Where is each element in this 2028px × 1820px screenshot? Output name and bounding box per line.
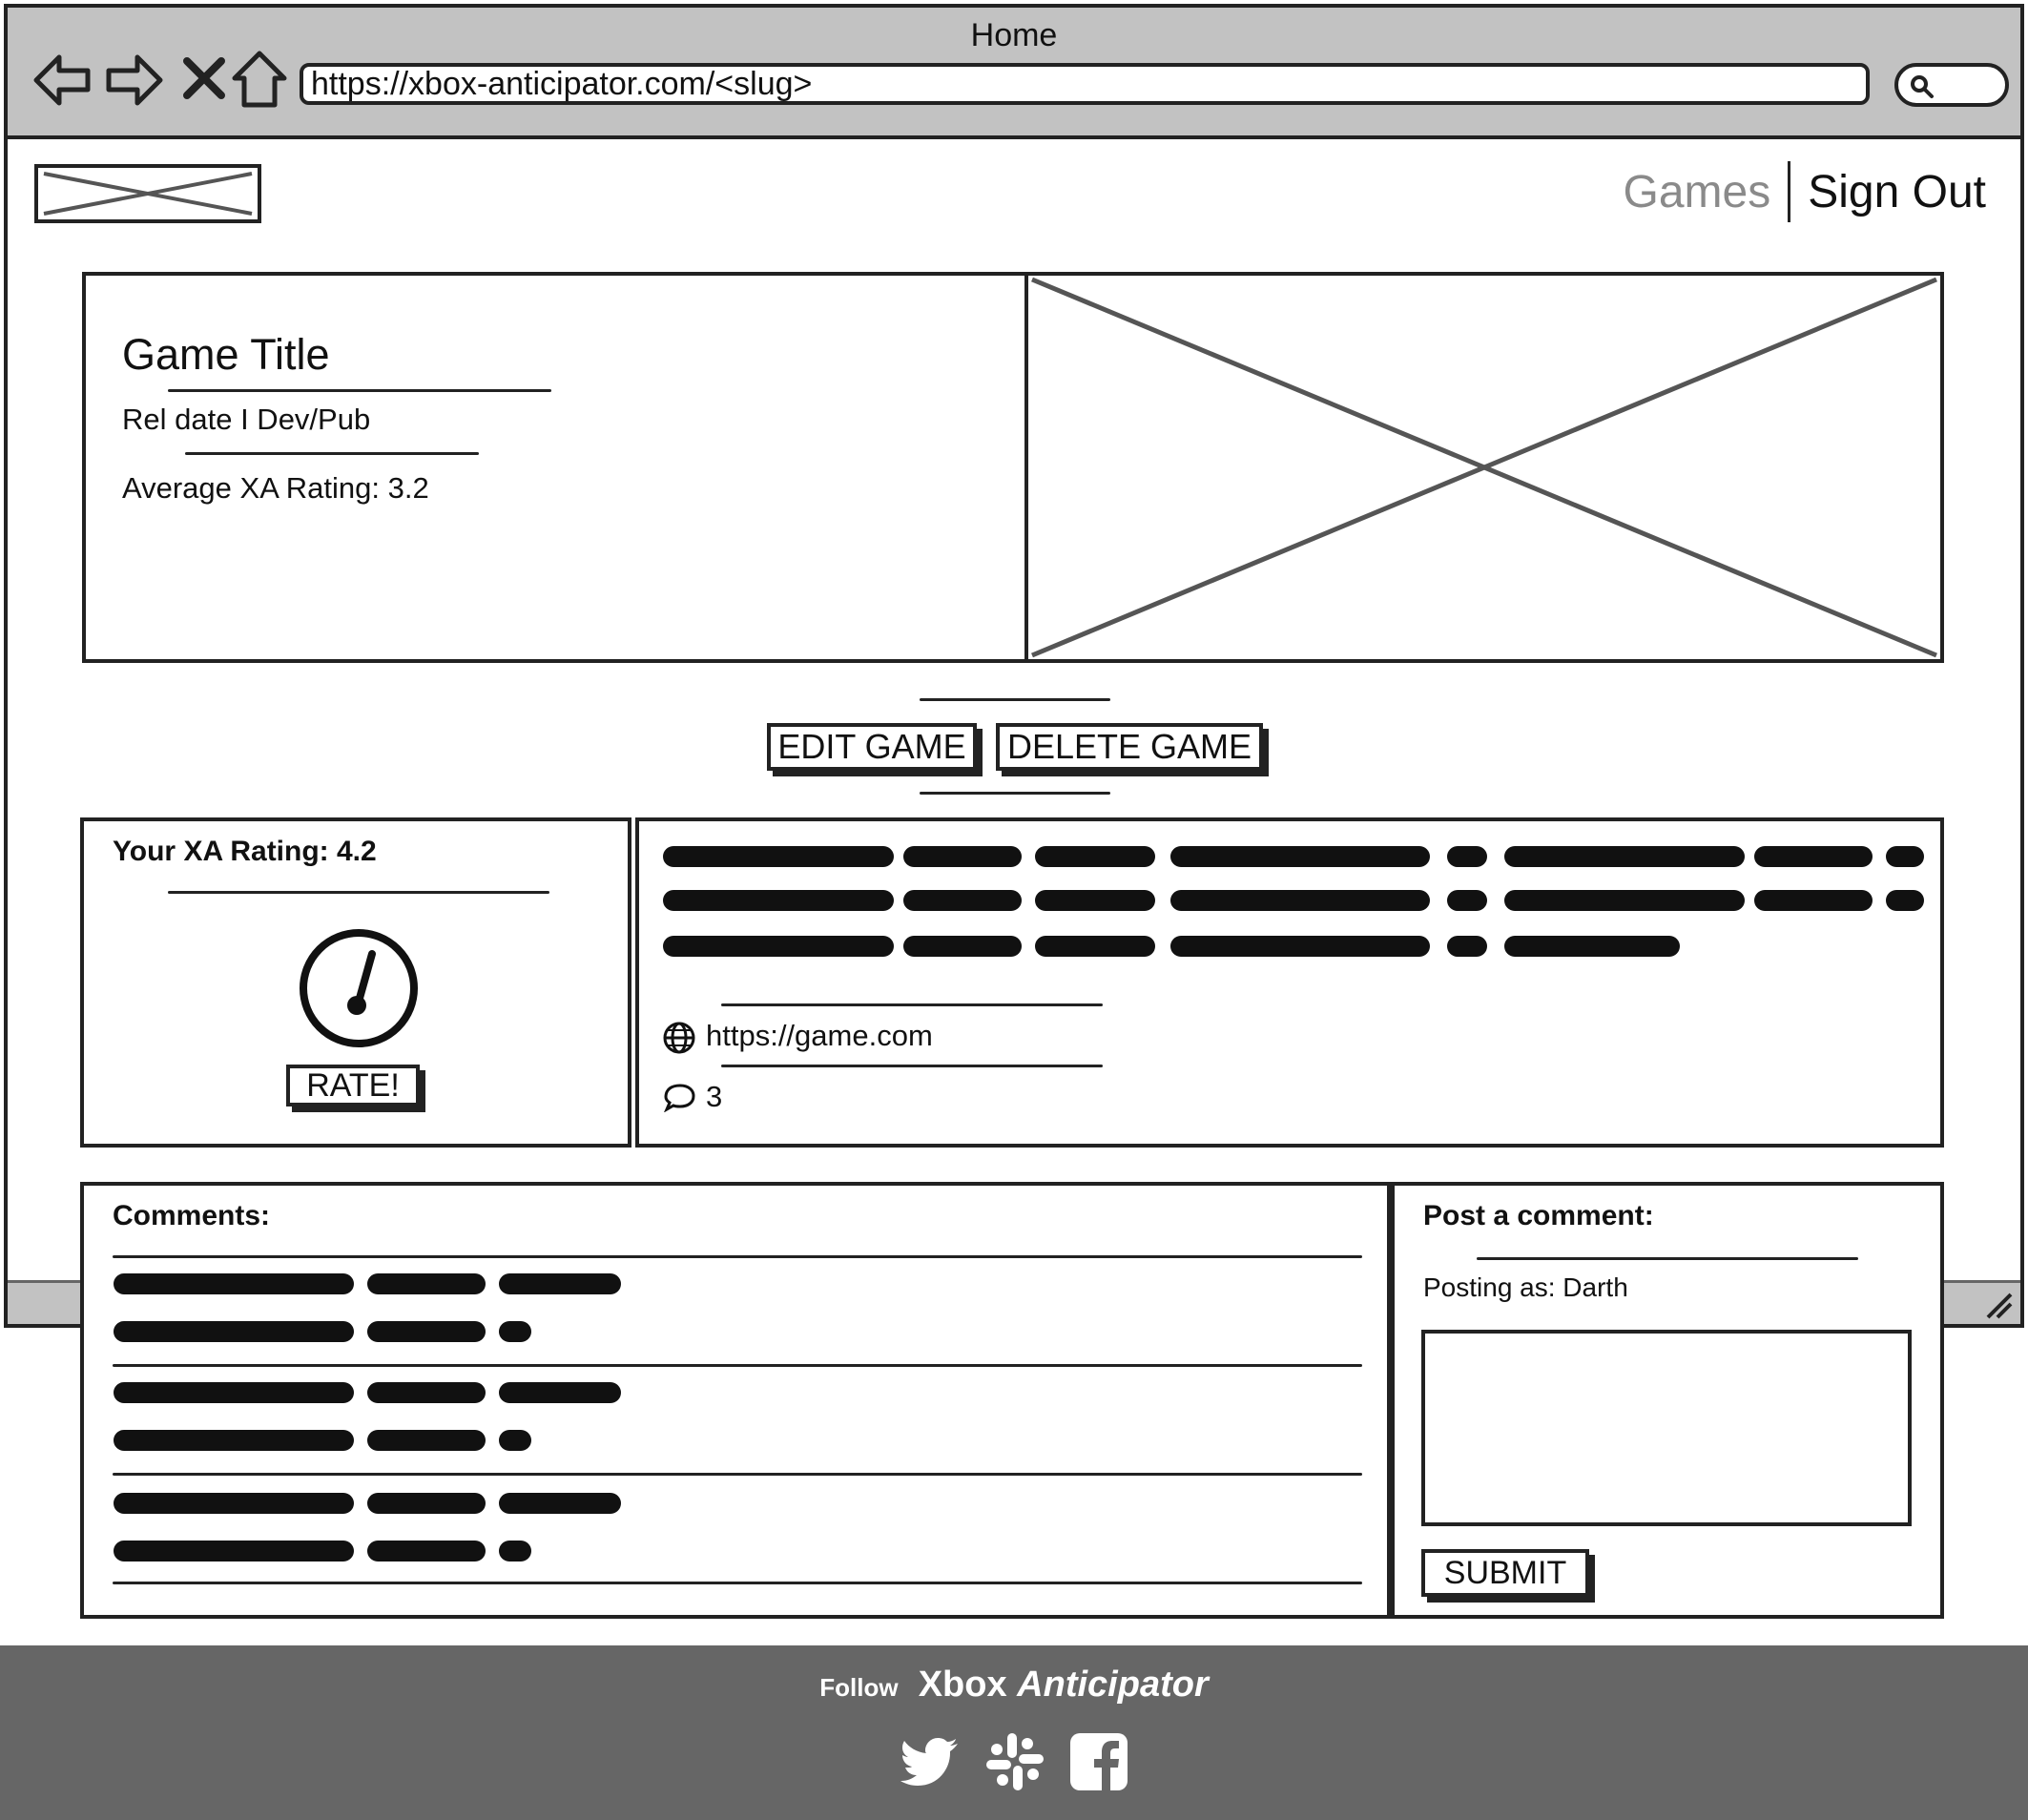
game-title: Game Title	[122, 330, 330, 379]
twitter-icon[interactable]	[900, 1731, 962, 1792]
home-icon[interactable]	[229, 46, 290, 113]
edit-game-button[interactable]: EDIT GAME	[767, 723, 977, 771]
divider	[113, 1582, 1362, 1584]
submit-comment-button[interactable]: SUBMIT	[1421, 1549, 1589, 1597]
average-rating: Average XA Rating: 3.2	[122, 471, 429, 505]
divider	[113, 1364, 1362, 1367]
divider	[920, 698, 1110, 701]
redacted-description-text	[663, 846, 1924, 957]
back-arrow-icon[interactable]	[32, 46, 93, 113]
facebook-icon[interactable]	[1068, 1731, 1129, 1792]
divider	[113, 1255, 1362, 1258]
nav-sign-out-link[interactable]: Sign Out	[1790, 166, 1986, 218]
resize-grip-icon[interactable]	[1982, 1289, 2015, 1321]
address-bar[interactable]: https://xbox-anticipator.com/<slug>	[300, 63, 1870, 105]
rate-button[interactable]: RATE!	[286, 1065, 420, 1106]
follow-line: Follow Xbox Anticipator	[0, 1665, 2028, 1706]
divider	[168, 891, 549, 894]
delete-game-button[interactable]: DELETE GAME	[996, 723, 1263, 771]
website-link[interactable]: https://game.com	[706, 1019, 933, 1053]
posting-as-label: Posting as: Darth	[1423, 1272, 1628, 1302]
top-nav: Games Sign Out	[1624, 160, 1986, 223]
slack-icon[interactable]	[984, 1731, 1045, 1792]
window-title: Home	[970, 17, 1058, 53]
user-rating-label: Your XA Rating: 4.2	[113, 836, 377, 867]
divider	[185, 452, 479, 455]
forward-arrow-icon[interactable]	[103, 46, 164, 113]
divider	[721, 1065, 1103, 1067]
site-logo-placeholder[interactable]	[34, 164, 261, 223]
search-box[interactable]	[1894, 63, 2009, 107]
divider	[1477, 1257, 1858, 1260]
list-item	[114, 1273, 621, 1342]
game-image-placeholder	[1024, 272, 1944, 663]
footer: Follow Xbox Anticipator	[0, 1645, 2028, 1820]
post-comment-heading: Post a comment:	[1423, 1200, 1654, 1231]
brand-name-anticipator: Anticipator	[1017, 1665, 1209, 1705]
comment-bubble-icon	[664, 1084, 695, 1112]
divider	[168, 389, 551, 392]
comments-heading: Comments:	[113, 1200, 271, 1231]
comment-count: 3	[706, 1080, 723, 1113]
close-x-icon[interactable]	[176, 46, 237, 113]
list-item	[114, 1382, 621, 1451]
rating-gauge-icon	[300, 929, 418, 1047]
globe-icon	[663, 1022, 695, 1054]
divider	[721, 1003, 1103, 1006]
divider	[113, 1473, 1362, 1476]
release-and-developer: Rel date I Dev/Pub	[122, 403, 371, 436]
browser-chrome: Home https://xbox-anticipator.com/<slug>	[8, 8, 2020, 139]
list-item	[114, 1493, 621, 1561]
follow-label: Follow	[819, 1673, 899, 1702]
search-icon	[1911, 75, 1934, 98]
divider	[920, 792, 1110, 795]
comment-textarea[interactable]	[1421, 1330, 1912, 1526]
brand-name-xbox: Xbox	[918, 1665, 1007, 1705]
nav-games-link[interactable]: Games	[1624, 166, 1789, 218]
